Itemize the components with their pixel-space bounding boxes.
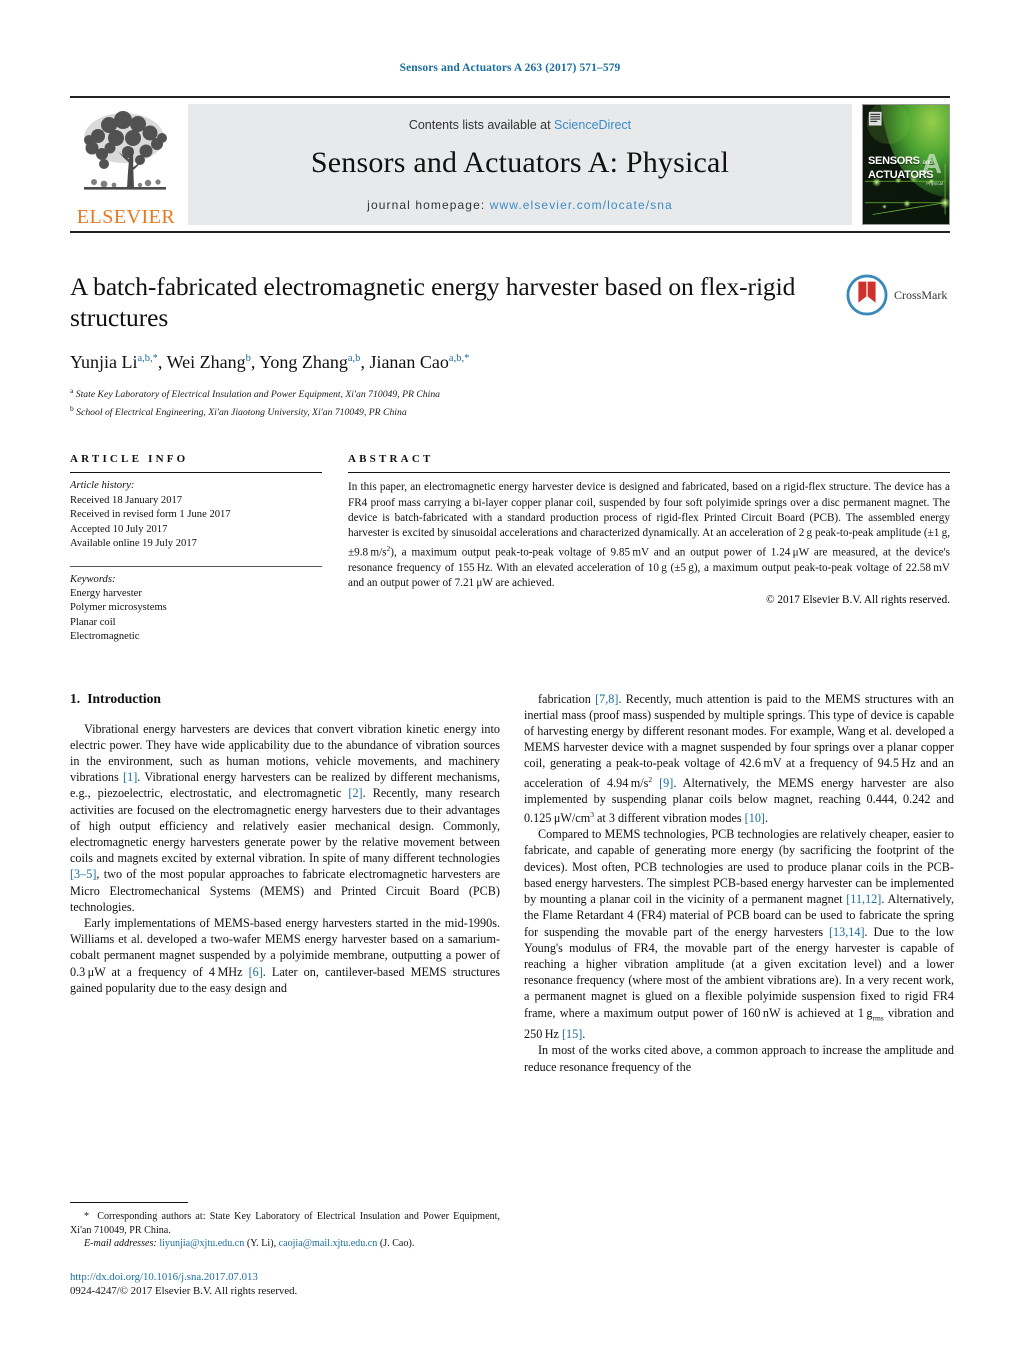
corresponding-author-note: * Corresponding authors at: State Key La… xyxy=(70,1211,500,1236)
affiliation-a: a State Key Laboratory of Electrical Ins… xyxy=(70,384,840,402)
elsevier-wordmark: ELSEVIER xyxy=(76,206,176,228)
article-history-label: Article history: xyxy=(70,480,135,492)
page-title: A batch-fabricated electromagnetic energ… xyxy=(70,272,796,332)
journal-title: Sensors and Actuators A: Physical xyxy=(310,145,730,179)
paragraph: In most of the works cited above, a comm… xyxy=(524,1043,954,1074)
article-page: Sensors and Actuators A 263 (2017) 571–5… xyxy=(0,0,1020,1351)
homepage-prefix: journal homepage: xyxy=(367,197,490,212)
affiliation-list: a State Key Laboratory of Electrical Ins… xyxy=(70,384,840,419)
keywords-label: Keywords: xyxy=(70,573,116,585)
page-footer: http://dx.doi.org/10.1016/j.sna.2017.07.… xyxy=(70,1270,500,1298)
crossmark-badge[interactable]: CrossMark xyxy=(846,273,950,317)
doi-link[interactable]: http://dx.doi.org/10.1016/j.sna.2017.07.… xyxy=(70,1270,500,1284)
journal-band: Contents lists available at ScienceDirec… xyxy=(188,104,852,225)
paragraph: Early implementations of MEMS-based ener… xyxy=(70,915,500,995)
history-item: Available online 19 July 2017 xyxy=(70,538,197,550)
crossmark-icon xyxy=(846,274,888,316)
paragraph: Compared to MEMS technologies, PCB techn… xyxy=(524,827,954,1042)
elsevier-tree-icon xyxy=(84,111,167,190)
paragraph: fabrication [7,8]. Recently, much attent… xyxy=(524,691,955,826)
affiliation-marker-b: b xyxy=(70,403,74,413)
info-abstract-row: ARTICLE INFO Article history: Received 1… xyxy=(70,453,950,644)
cover-line-1: SENSORS xyxy=(868,155,920,167)
journal-homepage-line: journal homepage: www.elsevier.com/locat… xyxy=(367,198,673,212)
email-label: E-mail addresses: xyxy=(84,1238,157,1250)
journal-masthead: ELSEVIER Contents lists available at Sci… xyxy=(70,96,950,233)
contents-available-line: Contents lists available at ScienceDirec… xyxy=(409,118,631,132)
journal-homepage-link[interactable]: www.elsevier.com/locate/sna xyxy=(490,198,673,212)
keyword-item: Energy harvester xyxy=(70,587,142,599)
history-item: Received in revised form 1 June 2017 xyxy=(70,509,231,521)
abstract-heading: ABSTRACT xyxy=(348,453,434,466)
contents-prefix: Contents lists available at xyxy=(408,117,555,132)
journal-cover-thumbnail[interactable]: SENSORS and ACTUATORS A Physical xyxy=(862,104,950,225)
article-history: Article history: Received 18 January 201… xyxy=(70,473,322,551)
paragraph: Vibrational energy harvesters are device… xyxy=(70,721,501,914)
running-head: Sensors and Actuators A 263 (2017) 571–5… xyxy=(399,62,621,74)
issn-copyright-line: 0924-4247/© 2017 Elsevier B.V. All right… xyxy=(70,1285,298,1297)
abstract-copyright: © 2017 Elsevier B.V. All rights reserved… xyxy=(766,593,950,606)
body-column-right: fabrication [7,8]. Recently, much attent… xyxy=(524,691,954,1251)
elsevier-logo: ELSEVIER xyxy=(70,98,182,231)
keyword-item: Polymer microsystems xyxy=(70,602,167,614)
keyword-item: Electromagnetic xyxy=(70,631,140,643)
abstract-text: In this paper, an electromagnetic energy… xyxy=(348,481,950,590)
affiliation-text-a: State Key Laboratory of Electrical Insul… xyxy=(75,389,441,401)
crossmark-label: CrossMark xyxy=(894,287,948,302)
keyword-item: Planar coil xyxy=(70,616,116,628)
history-item: Accepted 10 July 2017 xyxy=(70,523,168,535)
abstract-column: ABSTRACT In this paper, an electromagnet… xyxy=(348,453,950,644)
section-number: 1. xyxy=(70,690,81,706)
cover-series-letter: A xyxy=(921,148,942,179)
footnote-rule xyxy=(70,1202,188,1204)
email-values[interactable]: liyunjia@xjtu.edu.cn (Y. Li), caojia@mai… xyxy=(159,1238,414,1249)
section-title: Introduction xyxy=(87,690,161,706)
article-info-column: ARTICLE INFO Article history: Received 1… xyxy=(70,453,322,644)
body-columns: 1. Introduction Vibrational energy harves… xyxy=(70,691,954,1251)
section-heading-introduction: 1. Introduction xyxy=(70,691,500,707)
author-list: Yunjia Lia,b,*, Wei Zhangb, Yong Zhanga,… xyxy=(70,352,470,372)
email-addresses-note: E-mail addresses: liyunjia@xjtu.edu.cn (… xyxy=(70,1237,500,1250)
article-info-heading: ARTICLE INFO xyxy=(70,453,189,466)
body-column-left: 1. Introduction Vibrational energy harves… xyxy=(70,691,500,1251)
affiliation-text-b: School of Electrical Engineering, Xi'an … xyxy=(76,406,407,418)
sciencedirect-link[interactable]: ScienceDirect xyxy=(554,118,631,132)
keywords-list: Keywords: Energy harvester Polymer micro… xyxy=(70,567,322,645)
affiliation-marker-a: a xyxy=(70,386,74,395)
footnote-block: * Corresponding authors at: State Key La… xyxy=(70,1202,500,1250)
history-item: Received 18 January 2017 xyxy=(70,494,183,506)
title-block: A batch-fabricated electromagnetic energ… xyxy=(70,271,950,419)
cover-subtitle: Physical xyxy=(926,181,943,186)
affiliation-b: b School of Electrical Engineering, Xi'a… xyxy=(70,402,840,420)
